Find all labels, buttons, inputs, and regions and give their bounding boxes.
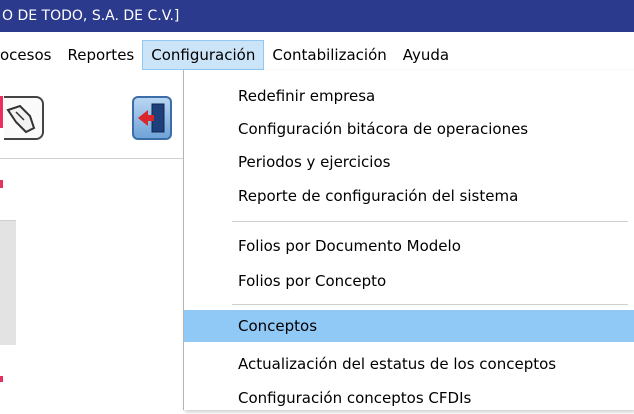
menu-contabilizacion[interactable]: Contabilización (264, 40, 394, 70)
menu-procesos[interactable]: ocesos (0, 40, 59, 70)
edge-mark (0, 96, 3, 128)
menu-item-redefinir-empresa[interactable]: Redefinir empresa (184, 80, 634, 112)
window-title: O DE TODO, S.A. DE C.V.] (2, 8, 180, 24)
menu-item-periodos-ejercicios[interactable]: Periodos y ejercicios (184, 146, 634, 178)
hand-icon (6, 104, 36, 134)
menu-configuracion[interactable]: Configuración (142, 40, 265, 70)
toolbar-divider (0, 158, 186, 159)
menu-reportes[interactable]: Reportes (59, 40, 142, 70)
menu-item-folios-documento-modelo[interactable]: Folios por Documento Modelo (184, 230, 634, 262)
menu-item-configuracion-bitacora[interactable]: Configuración bitácora de operaciones (184, 113, 634, 145)
configuracion-dropdown-menu: Redefinir empresa Configuración bitácora… (183, 70, 634, 410)
exit-door-icon (138, 103, 165, 133)
menu-item-conceptos[interactable]: Conceptos (184, 310, 634, 342)
menu-item-configuracion-cfdis[interactable]: Configuración conceptos CFDIs (184, 382, 634, 414)
menu-item-actualizacion-estatus[interactable]: Actualización del estatus de los concept… (184, 348, 634, 380)
menu-bar: ocesos Reportes Configuración Contabiliz… (0, 40, 634, 70)
menu-ayuda[interactable]: Ayuda (395, 40, 457, 70)
edge-mark (0, 376, 3, 382)
menu-item-reporte-configuracion[interactable]: Reporte de configuración del sistema (184, 180, 634, 212)
edge-mark (0, 180, 3, 188)
window-titlebar: O DE TODO, S.A. DE C.V.] (0, 0, 634, 32)
hand-tool-button[interactable] (4, 96, 44, 140)
menu-item-folios-concepto[interactable]: Folios por Concepto (184, 265, 634, 297)
side-panel (0, 220, 16, 345)
exit-button[interactable] (132, 96, 172, 140)
menu-separator (232, 304, 628, 305)
menu-separator (232, 221, 628, 222)
